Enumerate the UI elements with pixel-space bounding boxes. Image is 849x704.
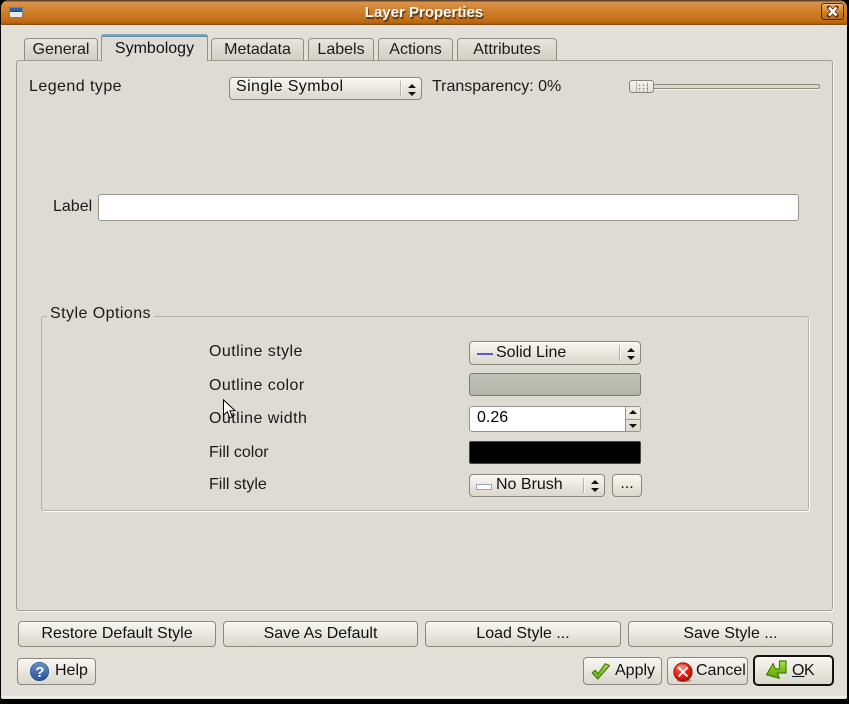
svg-text:?: ? — [35, 664, 44, 681]
